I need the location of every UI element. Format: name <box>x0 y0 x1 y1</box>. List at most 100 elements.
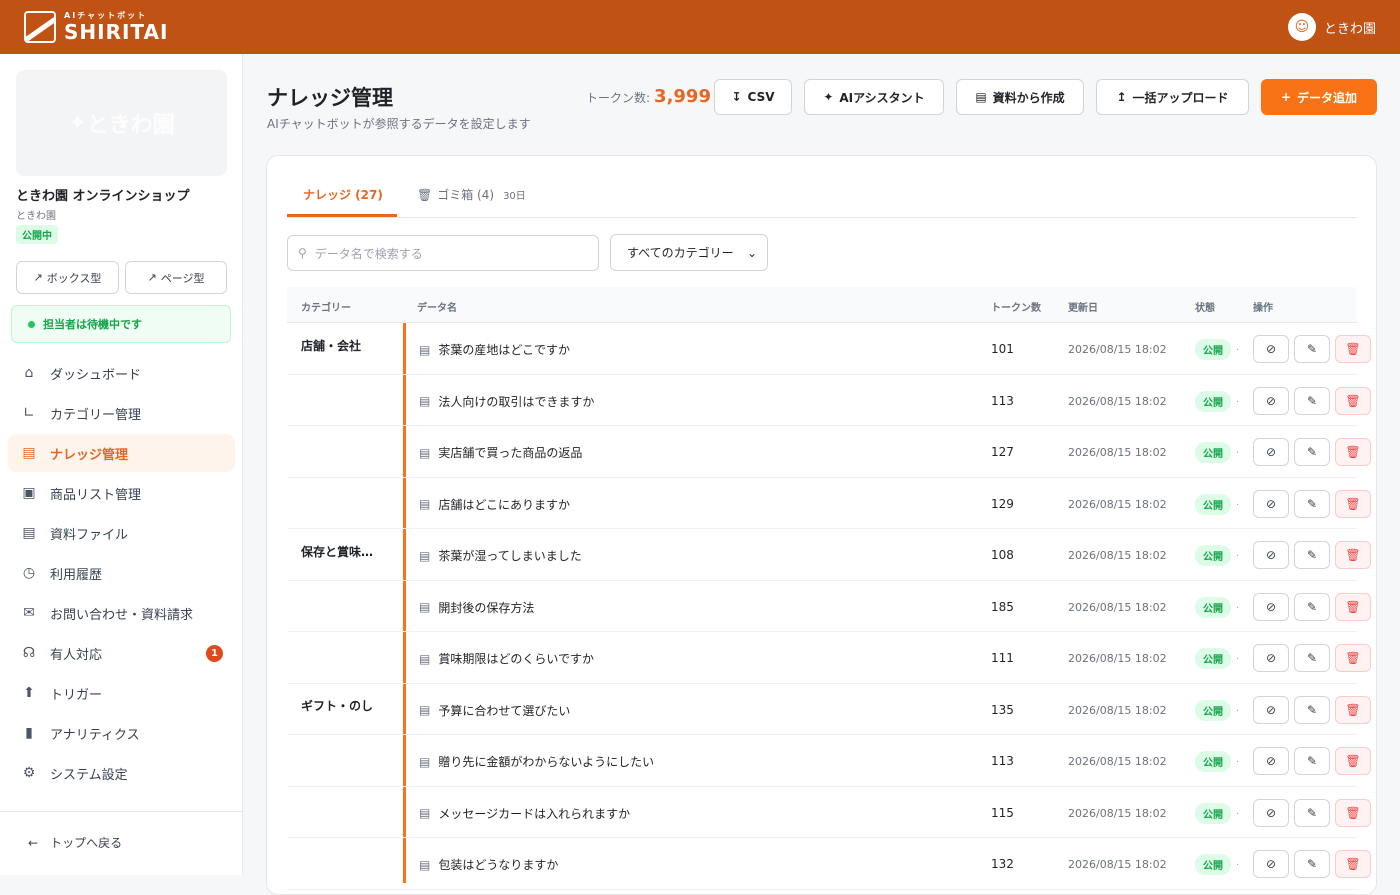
token-cell: 132 <box>991 857 1014 871</box>
app-logo[interactable]: AIチャットボット SHIRITAI <box>24 11 168 43</box>
ai-assistant-button[interactable]: ✦ AIアシスタント <box>804 79 944 115</box>
trash-icon: 🗑 <box>1345 393 1361 408</box>
token-cell: 113 <box>991 393 1014 408</box>
page-type-button[interactable]: ↗ ページ型 <box>125 261 227 294</box>
edit-button[interactable]: ✎ <box>1294 489 1330 518</box>
eye-off-icon: ⊘ <box>1265 857 1277 871</box>
data-name-cell[interactable]: ▤ 包装はどうなりますか <box>419 856 558 873</box>
data-name-cell[interactable]: ▤ 贈り先に金額がわからないようにしたい <box>419 753 654 770</box>
bulk-upload-button[interactable]: ↥ 一括アップロード <box>1096 79 1249 115</box>
back-to-top-link[interactable]: ← トップへ戻る <box>28 834 122 851</box>
sidebar-item-categories[interactable]: ∟ カテゴリー管理 <box>8 394 235 432</box>
eye-off-icon: ⊘ <box>1265 445 1277 459</box>
table-row[interactable]: ▤ メッセージカードは入れられますか 115 2026/08/15 18:02 公開 · ⊘… <box>287 787 1371 838</box>
data-name-cell[interactable]: ▤ 開封後の保存方法 <box>419 599 534 616</box>
add-data-button[interactable]: + データ追加 <box>1261 79 1377 115</box>
hide-button[interactable]: ⊘ <box>1253 695 1289 724</box>
edit-button[interactable]: ✎ <box>1294 695 1330 724</box>
sidebar-item-files[interactable]: ▤ 資料ファイル <box>8 514 235 552</box>
table-row[interactable]: ▤ 贈り先に金額がわからないようにしたい 113 2026/08/15 18:02 公開… <box>287 735 1371 787</box>
table-row[interactable]: ▤ 茶葉が湿ってしまいました 108 2026/08/15 18:02 公開 · ⊘ ✎ 🗑 <box>287 529 1371 581</box>
data-name-cell[interactable]: ▤ 予算に合わせて選びたい <box>419 702 570 719</box>
edit-button[interactable]: ✎ <box>1294 850 1330 878</box>
delete-button[interactable]: 🗑 <box>1335 592 1371 621</box>
hide-button[interactable]: ⊘ <box>1253 335 1289 363</box>
delete-button[interactable]: 🗑 <box>1335 798 1371 827</box>
table-row[interactable]: ▤ 予算に合わせて選びたい 135 2026/08/15 18:02 公開 · ⊘ ✎ 🗑 <box>287 684 1371 735</box>
edit-button[interactable]: ✎ <box>1294 335 1330 363</box>
hide-button[interactable]: ⊘ <box>1253 747 1289 775</box>
hide-button[interactable]: ⊘ <box>1253 592 1289 621</box>
upload-icon: ↥ <box>1116 90 1127 104</box>
table-row[interactable]: ▤ 法人向けの取引はできますか 113 2026/08/15 18:02 公開 · ⊘ ✎ 🗑 <box>287 375 1371 426</box>
table-row[interactable]: ▤ 包装はどうなりますか 132 2026/08/15 18:02 公開 · ⊘ ✎ 🗑 <box>287 838 1371 890</box>
tab-knowledge[interactable]: ナレッジ (27) <box>303 186 383 203</box>
edit-button[interactable]: ✎ <box>1294 747 1330 775</box>
delete-button[interactable]: 🗑 <box>1335 438 1371 466</box>
box-type-button[interactable]: ↗ ボックス型 <box>16 261 119 294</box>
csv-button[interactable]: ↧ CSV <box>714 79 792 115</box>
edit-button[interactable]: ✎ <box>1294 644 1330 672</box>
token-cell: 113 <box>991 754 1014 768</box>
eye-off-icon: ⊘ <box>1265 805 1277 820</box>
logo-title: SHIRITAI <box>64 20 169 44</box>
column-status: 状態 <box>1195 303 1215 314</box>
delete-button[interactable]: 🗑 <box>1335 644 1371 672</box>
table-row[interactable]: ▤ 店舗はどこにありますか 129 2026/08/15 18:02 公開 · ⊘ ✎ 🗑 <box>287 478 1371 529</box>
pencil-icon: ✎ <box>1306 342 1318 356</box>
sidebar-item-settings[interactable]: ⚙ システム設定 <box>8 754 235 792</box>
book-open-icon: ▤ <box>22 445 36 461</box>
data-name-cell[interactable]: ▤ 法人向けの取引はできますか <box>419 393 594 410</box>
sidebar-item-products[interactable]: ▣ 商品リスト管理 <box>8 474 235 512</box>
data-name-cell[interactable]: ▤ メッセージカードは入れられますか <box>419 805 630 822</box>
table-row[interactable]: ▤ 開封後の保存方法 185 2026/08/15 18:02 公開 · ⊘ ✎ 🗑 <box>287 581 1371 632</box>
data-name-cell[interactable]: ▤ 茶葉の産地はどこですか <box>419 341 570 358</box>
category-select[interactable]: すべてのカテゴリー ⌄ <box>610 234 768 271</box>
sidebar-item-triggers[interactable]: ⬆ トリガー <box>8 674 235 712</box>
sidebar-item-dashboard[interactable]: ⌂ ダッシュボード <box>8 354 235 392</box>
pencil-icon: ✎ <box>1306 754 1318 768</box>
edit-button[interactable]: ✎ <box>1294 386 1330 415</box>
data-name-cell[interactable]: ▤ 賞味期限はどのくらいですか <box>419 650 594 667</box>
hide-button[interactable]: ⊘ <box>1253 438 1289 466</box>
updated-cell: 2026/08/15 18:02 <box>1068 806 1167 820</box>
document-icon: ▤ <box>419 497 431 511</box>
hide-button[interactable]: ⊘ <box>1253 541 1289 569</box>
user-menu[interactable]: ☺ ときわ園 <box>1287 13 1376 41</box>
tab-trash[interactable]: 🗑 ゴミ箱 (4) 30日 <box>417 186 526 203</box>
sidebar-item-live-support[interactable]: ☊ 有人対応 1 <box>8 634 235 672</box>
user-icon: ☺ <box>1287 13 1316 41</box>
hide-button[interactable]: ⊘ <box>1253 489 1289 518</box>
hide-button[interactable]: ⊘ <box>1253 386 1289 415</box>
sidebar-item-inquiries[interactable]: ✉ お問い合わせ・資料請求 <box>8 594 235 632</box>
delete-button[interactable]: 🗑 <box>1335 541 1371 569</box>
download-icon: ↧ <box>731 90 742 104</box>
data-name-cell[interactable]: ▤ 店舗はどこにありますか <box>419 496 570 513</box>
delete-button[interactable]: 🗑 <box>1335 850 1371 878</box>
create-from-doc-button[interactable]: ▤ 資料から作成 <box>956 79 1084 115</box>
sidebar-item-knowledge[interactable]: ▤ ナレッジ管理 <box>8 434 235 472</box>
edit-button[interactable]: ✎ <box>1294 592 1330 621</box>
data-name-cell[interactable]: ▤ 実店舗で買った商品の返品 <box>419 444 582 461</box>
table-row[interactable]: ▤ 実店舗で買った商品の返品 127 2026/08/15 18:02 公開 · ⊘ ✎ 🗑 <box>287 426 1371 478</box>
search-input[interactable]: ⚲ データ名で検索する <box>287 235 599 271</box>
delete-button[interactable]: 🗑 <box>1335 747 1371 775</box>
sidebar-item-analytics[interactable]: ▮ アナリティクス <box>8 714 235 752</box>
hide-button[interactable]: ⊘ <box>1253 644 1289 672</box>
home-icon: ⌂ <box>24 365 34 381</box>
table-row[interactable]: ▤ 賞味期限はどのくらいですか 111 2026/08/15 18:02 公開 · ⊘ ✎ 🗑 <box>287 632 1371 684</box>
tab-bar: ナレッジ (27) 🗑 ゴミ箱 (4) 30日 <box>287 156 1357 218</box>
delete-button[interactable]: 🗑 <box>1335 489 1371 518</box>
delete-button[interactable]: 🗑 <box>1335 335 1371 363</box>
edit-button[interactable]: ✎ <box>1294 798 1330 827</box>
hide-button[interactable]: ⊘ <box>1253 798 1289 827</box>
hide-button[interactable]: ⊘ <box>1253 850 1289 878</box>
edit-button[interactable]: ✎ <box>1294 541 1330 569</box>
status-dot: · <box>1236 345 1240 356</box>
table-row[interactable]: ▤ 茶葉の産地はどこですか 101 2026/08/15 18:02 公開 · ⊘ ✎ 🗑 <box>287 323 1371 375</box>
delete-button[interactable]: 🗑 <box>1335 695 1371 724</box>
delete-button[interactable]: 🗑 <box>1335 386 1371 415</box>
data-name-cell[interactable]: ▤ 茶葉が湿ってしまいました <box>419 547 582 564</box>
sidebar-item-history[interactable]: ◷ 利用履歴 <box>8 554 235 592</box>
edit-button[interactable]: ✎ <box>1294 438 1330 466</box>
